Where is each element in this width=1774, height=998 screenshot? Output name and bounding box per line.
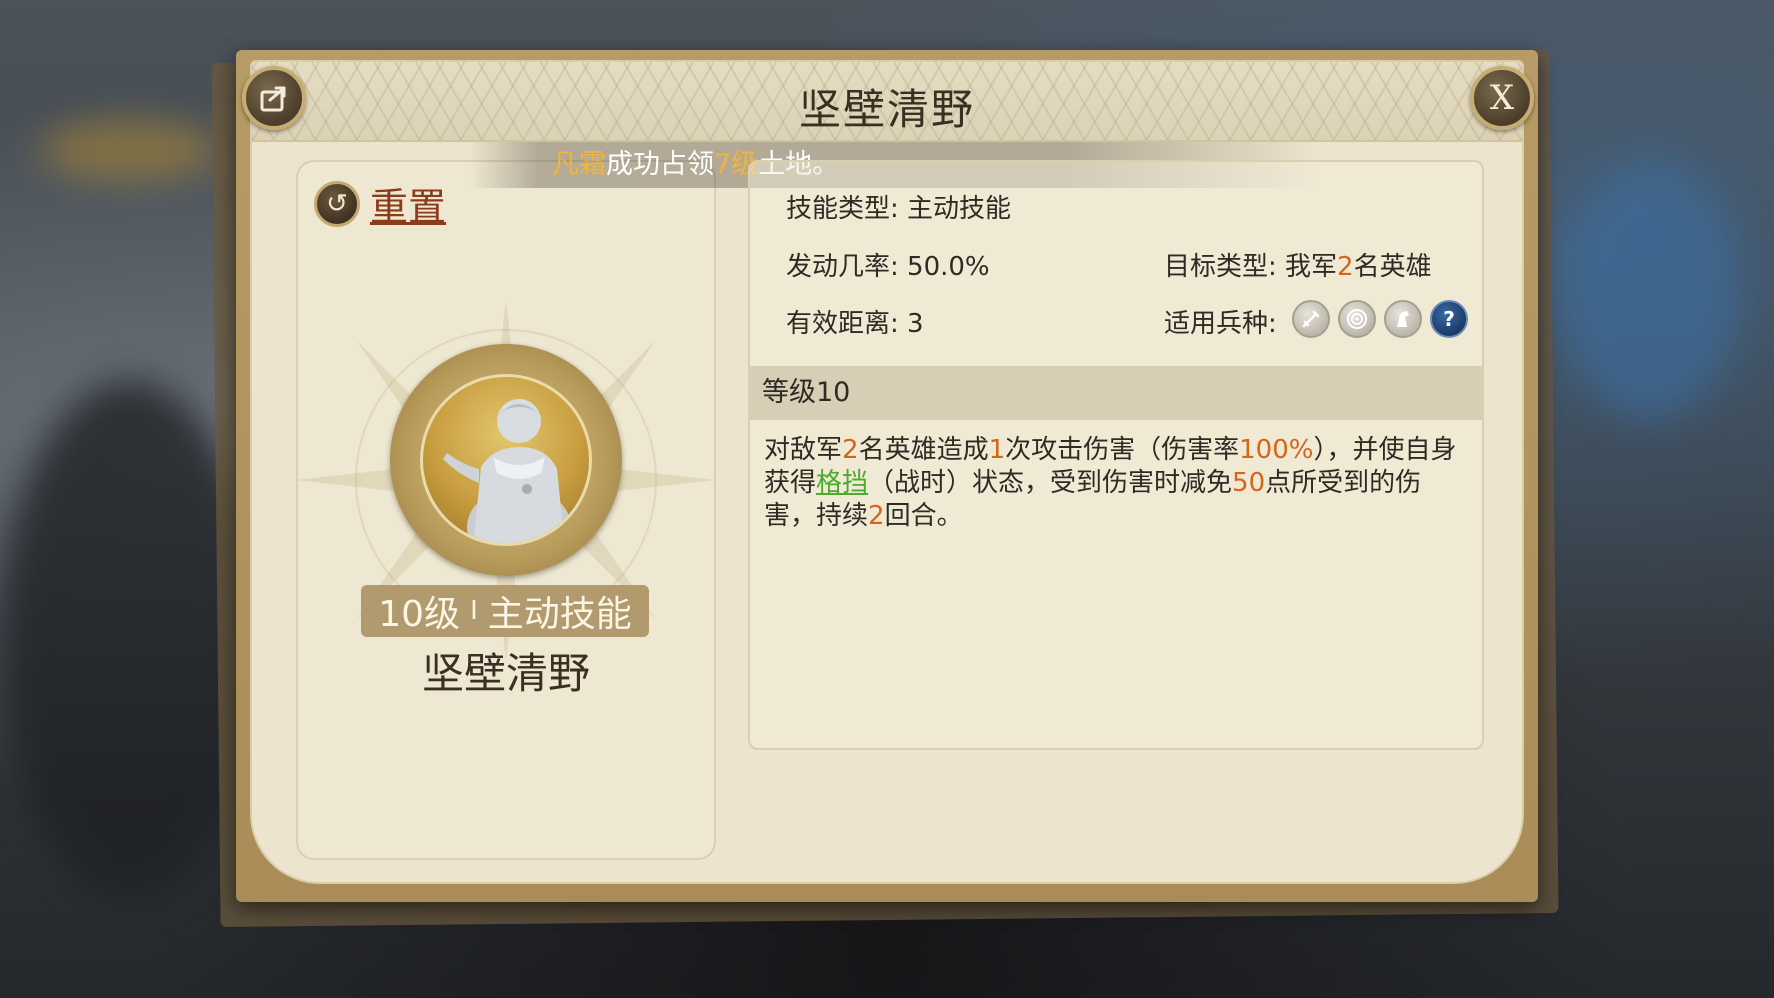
desc-text: 次攻击伤害（伤害率 [1005,435,1240,465]
trigger-rate-label: 发动几率: [786,252,899,282]
trigger-rate-row: 发动几率: 50.0% [786,246,990,283]
reset-button[interactable]: ↺ 重置 [314,176,446,231]
title-bar: 坚壁清野 [252,62,1522,142]
desc-text: 回合。 [884,501,963,531]
skill-type-tag: 主动技能 [487,594,632,635]
skill-type-value: 主动技能 [907,194,1012,224]
notice-player: 凡霜 [552,149,606,180]
reset-icon: ↺ [314,180,360,227]
share-button[interactable] [242,66,306,130]
desc-number: 1 [988,435,1006,465]
desc-number: 2 [842,435,859,465]
level-section-header: 等级10 [750,366,1482,420]
notice-text: 成功占领 [606,149,714,180]
desc-text: （战时）状态，受到伤害时减免 [868,468,1233,498]
desc-text: 对敌军 [764,435,843,465]
target-count: 2 [1337,252,1354,282]
background-blur [40,120,220,180]
target-pre: 我军 [1285,252,1338,282]
desc-number: 2 [868,501,885,531]
commander-statue-icon [443,399,571,543]
skill-name: 坚壁清野 [421,649,590,698]
skill-level: 10级 [378,594,461,635]
range-row: 有效距离: 3 [786,303,924,340]
skill-level-tag: 10级 I 主动技能 [361,585,649,637]
block-status-link[interactable]: 格挡 [816,468,868,498]
desc-number: 50 [1232,468,1266,498]
close-button[interactable]: X [1470,66,1534,130]
target-type-row: 目标类型: 我军2名英雄 [1164,246,1432,283]
desc-text: 名英雄造成 [858,435,989,465]
skill-portrait [420,374,592,546]
target-type-value: 我军2名英雄 [1285,252,1432,282]
skill-type-row: 技能类型: 主动技能 [786,188,1011,225]
skill-type-label: 技能类型: [786,194,899,224]
troop-type-label: 适用兵种: [1164,309,1277,339]
share-icon [260,86,286,112]
target-type-label: 目标类型: [1164,252,1277,282]
range-value: 3 [907,309,924,339]
cavalry-horse-icon[interactable] [1384,300,1422,338]
desc-number: 100% [1239,435,1314,465]
target-post: 名英雄 [1353,252,1432,282]
troop-icons: ? [1292,300,1468,338]
background-blur [1560,160,1740,420]
range-label: 有效距离: [786,309,899,339]
skill-description: 对敌军2名英雄造成1次攻击伤害（伤害率100%），并使自身获得格挡（战时）状态，… [764,434,1464,533]
reset-label: 重置 [370,185,447,229]
dialog-title: 坚壁清野 [798,85,975,134]
troop-type-row: 适用兵种: [1164,303,1277,340]
sword-icon[interactable] [1292,300,1330,338]
trigger-rate-value: 50.0% [907,252,990,282]
question-icon[interactable]: ? [1430,300,1468,338]
separator: I [470,596,478,626]
close-icon: X [1489,78,1515,118]
bow-target-icon[interactable] [1338,300,1376,338]
